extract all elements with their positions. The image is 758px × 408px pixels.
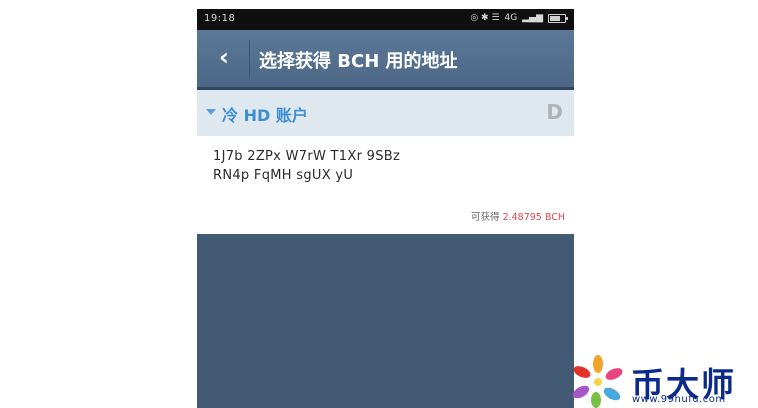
battery-icon [548,13,568,23]
address-list-item[interactable]: 1J7b 2ZPx W7rW T1Xr 9SBz RN4p FqMH sgUX … [197,136,574,234]
page-title: 选择获得 BCH 用的地址 [259,51,458,72]
account-header[interactable]: 冷 HD 账户 D [197,90,574,136]
available-label: 可获得 [471,212,503,223]
status-icons: ◎ ✱ ☰ 4G ▂▄▆ [470,13,568,23]
watermark: 币大师 www.99hufu.com [568,352,758,408]
back-icon[interactable]: ‹ [209,42,239,72]
watermark-url: www.99hufu.com [632,394,726,405]
account-name: 冷 HD 账户 [222,106,308,125]
status-time: 19:18 [204,13,236,24]
chevron-down-icon [206,109,216,115]
account-letter-badge: D [546,100,563,124]
toolbar-divider [249,40,250,78]
address-line-2: RN4p FqMH sgUX yU [213,168,354,183]
status-bar: 19:18 ◎ ✱ ☰ 4G ▂▄▆ [197,9,574,30]
signal-icon: ▂▄▆ [522,13,543,23]
address-line-1: 1J7b 2ZPx W7rW T1Xr 9SBz [213,149,401,164]
status-misc-icons: ◎ ✱ ☰ [470,13,500,23]
network-type: 4G [504,13,518,23]
available-amount: 2.48795 BCH [502,212,565,223]
phone-screen: 19:18 ◎ ✱ ☰ 4G ▂▄▆ ‹ 选择获得 BCH 用的地址 冷 HD … [197,9,574,408]
flower-logo-icon [572,355,623,408]
toolbar: ‹ 选择获得 BCH 用的地址 [197,30,574,90]
available-balance: 可获得 2.48795 BCH [471,209,565,223]
